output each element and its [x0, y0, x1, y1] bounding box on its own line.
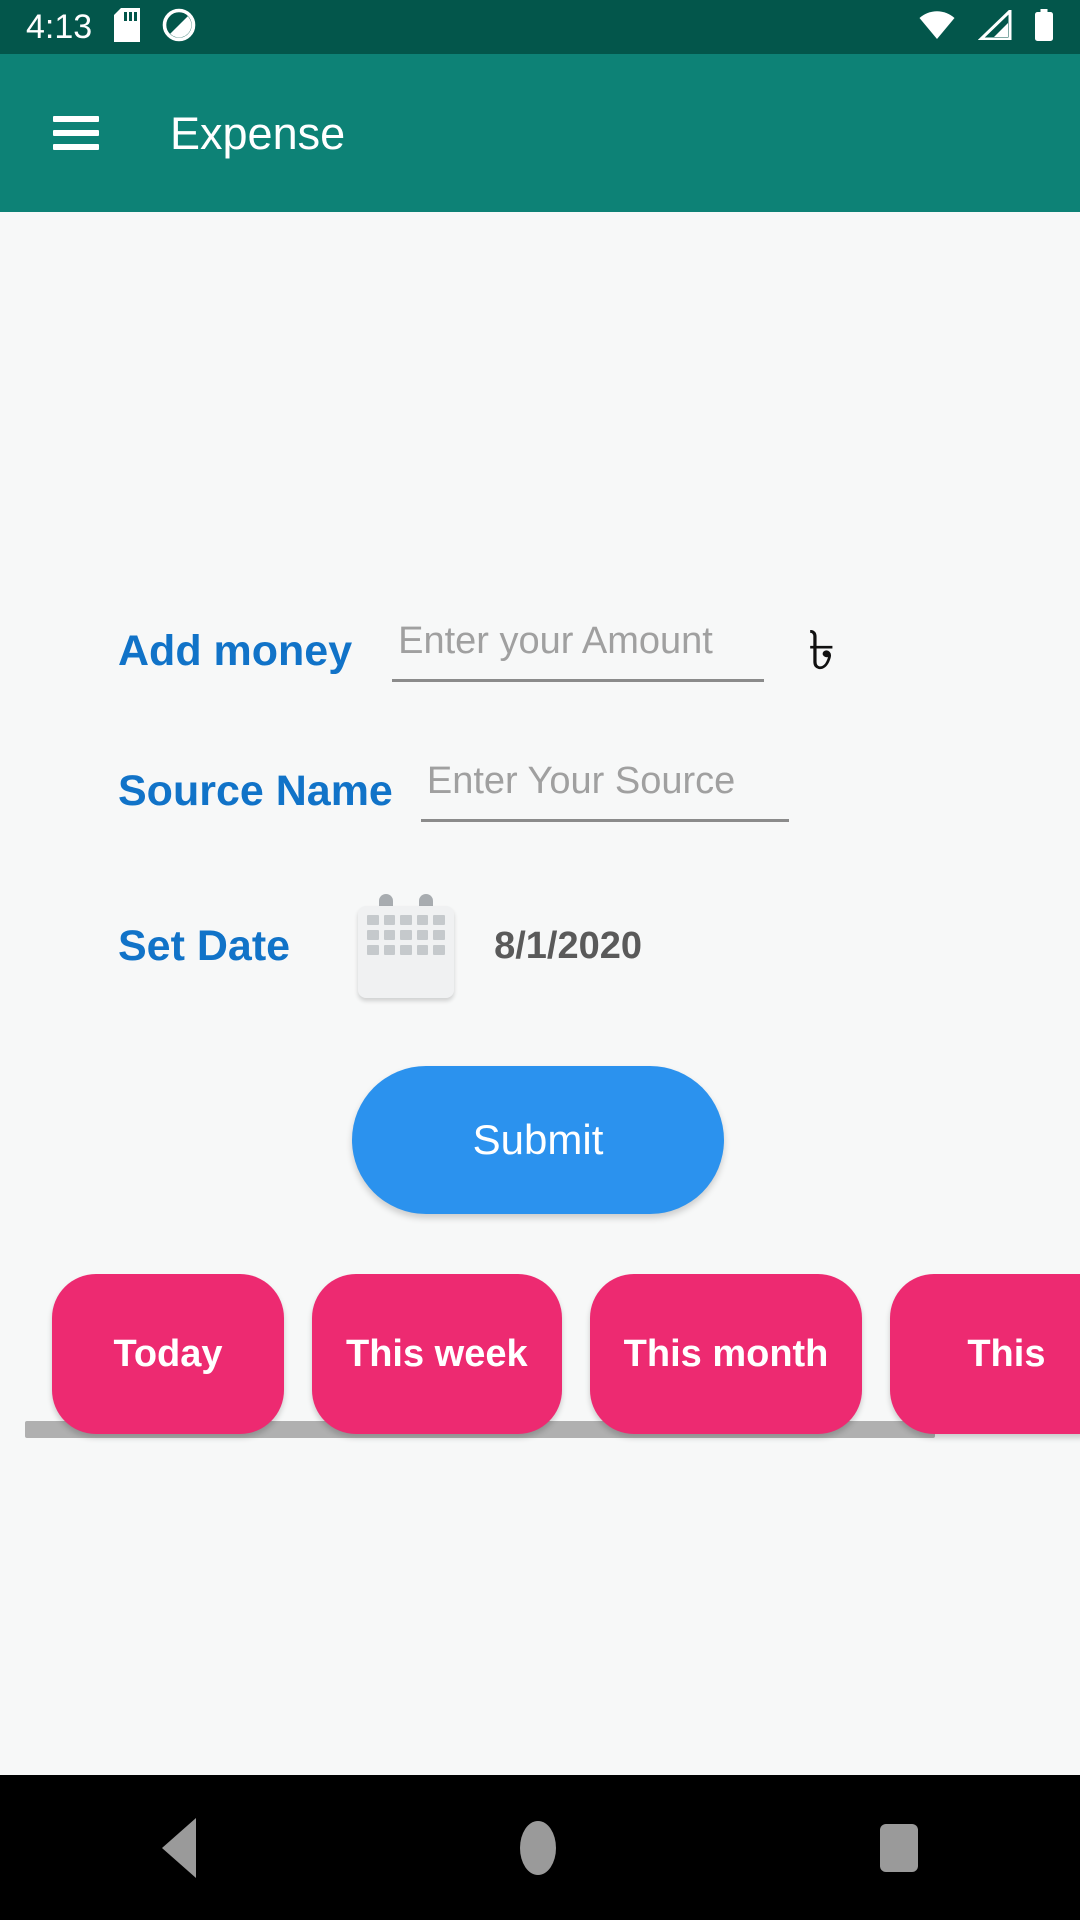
recents-icon[interactable] — [880, 1823, 918, 1872]
add-money-row: Add money ৳ — [118, 620, 835, 682]
set-date-row: Set Date 8/1/2020 — [118, 894, 642, 998]
source-name-label: Source Name — [118, 766, 393, 815]
battery-icon — [1034, 8, 1054, 46]
status-bar-clock: 4:13 — [26, 8, 93, 46]
hamburger-line — [53, 144, 99, 150]
status-bar-right — [918, 6, 1054, 46]
source-input-wrapper — [393, 760, 789, 822]
android-navigation-bar — [0, 1775, 1080, 1920]
hamburger-line — [53, 116, 99, 122]
page-title: Expense — [170, 107, 346, 159]
form-content: Add money ৳ Source Name Set Date — [0, 212, 1080, 1775]
taka-currency-icon: ৳ — [808, 619, 836, 682]
status-bar-left: 4:13 — [26, 7, 196, 47]
calendar-body — [358, 906, 455, 998]
wifi-icon — [918, 10, 956, 45]
amount-input[interactable] — [392, 620, 765, 682]
add-money-label: Add money — [118, 626, 353, 675]
source-input[interactable] — [420, 760, 789, 822]
back-icon[interactable] — [162, 1817, 196, 1878]
calendar-day-grid — [358, 906, 454, 955]
filter-chip-today[interactable]: Today — [52, 1274, 284, 1434]
submit-button[interactable]: Submit — [352, 1066, 724, 1214]
filter-chips-scroll-area[interactable]: Today This week This month This — [0, 1274, 1080, 1454]
selected-date-value: 8/1/2020 — [494, 925, 642, 967]
filter-chips-row: Today This week This month This — [0, 1274, 1080, 1434]
filter-chip-this-month[interactable]: This month — [589, 1274, 863, 1434]
hamburger-menu-icon[interactable] — [53, 116, 99, 150]
filter-chip-this-year[interactable]: This — [890, 1274, 1080, 1434]
sd-card-icon — [114, 7, 141, 47]
status-bar: 4:13 — [0, 0, 1080, 54]
home-icon[interactable] — [520, 1820, 556, 1875]
amount-input-wrapper — [352, 620, 765, 682]
calendar-icon[interactable] — [358, 894, 455, 998]
filter-chip-this-week[interactable]: This week — [312, 1274, 562, 1434]
app-screen: 4:13 Expense Add money Enter your Amount… — [0, 0, 1080, 1920]
source-name-row: Source Name — [118, 760, 789, 822]
hamburger-line — [53, 130, 99, 136]
cellular-signal-icon — [977, 6, 1012, 45]
app-bar: Expense — [0, 54, 1080, 212]
do-not-disturb-icon — [162, 8, 196, 47]
set-date-label: Set Date — [118, 921, 291, 970]
